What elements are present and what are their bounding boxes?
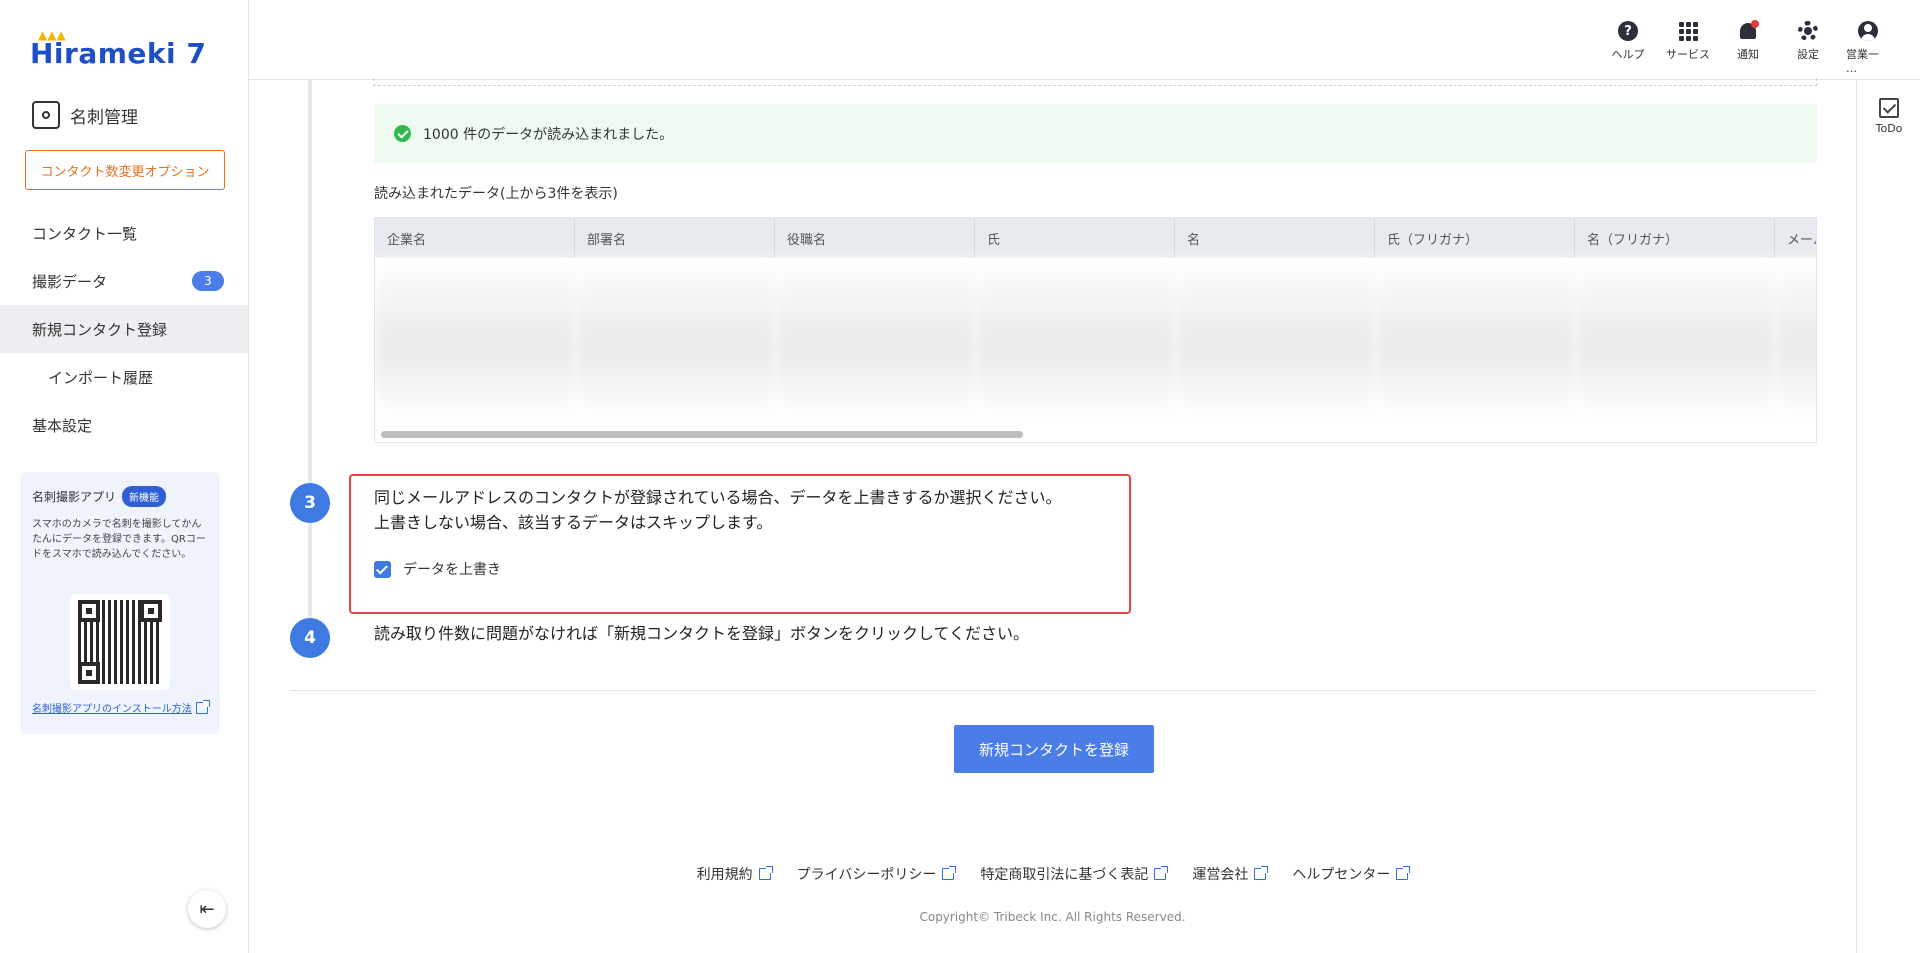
footer-link-commerce-law[interactable]: 特定商取引法に基づく表記: [980, 864, 1169, 884]
sidebar: ▲▲▲ Hirameki 7 名刺管理 コンタクト数変更オプション コンタクト一…: [0, 0, 249, 953]
success-alert: 1000 件のデータが読み込まれました。: [374, 104, 1817, 163]
sidebar-item-new-contact[interactable]: 新規コンタクト登録: [0, 305, 248, 353]
external-link-icon: [1254, 866, 1269, 880]
external-link-icon: [758, 866, 773, 880]
column-header: 企業名: [375, 218, 575, 258]
footer-link-label: 運営会社: [1192, 867, 1249, 883]
services-label: サービス: [1666, 48, 1710, 61]
todo-label: ToDo: [1875, 122, 1903, 135]
module-title: 名刺管理: [32, 101, 138, 129]
table-caption: 読み込まれたデータ(上から3件を表示): [374, 186, 618, 202]
sidebar-item-label: 撮影データ: [32, 272, 108, 291]
user-menu-button[interactable]: 営業一 …: [1846, 20, 1890, 75]
footer-link-label: 利用規約: [696, 867, 753, 883]
app-card-title: 名刺撮影アプリ: [32, 490, 117, 504]
app-logo[interactable]: ▲▲▲ Hirameki 7: [30, 28, 206, 70]
business-card-icon: [32, 101, 60, 129]
blurred-table-rows: [375, 258, 1816, 418]
top-header: ? ヘルプ サービス 通知 設定 営業一 …: [249, 0, 1920, 80]
qr-code: [70, 594, 170, 690]
external-link-icon: [1396, 866, 1411, 880]
column-header: 氏: [975, 218, 1175, 258]
help-icon: ?: [1618, 21, 1638, 41]
column-header: 役職名: [775, 218, 975, 258]
contact-option-button[interactable]: コンタクト数変更オプション: [25, 150, 225, 190]
check-circle-icon: [394, 125, 411, 142]
footer-link-label: ヘルプセンター: [1292, 867, 1391, 883]
column-header: 名: [1175, 218, 1375, 258]
external-link-icon: [195, 699, 210, 714]
sidebar-item-label: インポート履歴: [48, 368, 154, 387]
crown-icon: ▲▲▲: [38, 28, 66, 42]
app-card-description: スマホのカメラで名刺を撮影してかんたんにデータを登録できます。QRコードをスマホ…: [32, 519, 206, 560]
user-icon: [1858, 21, 1878, 41]
horizontal-scrollbar[interactable]: [381, 431, 1023, 438]
count-badge: 3: [192, 271, 224, 291]
services-button[interactable]: サービス: [1666, 20, 1710, 75]
register-contacts-button[interactable]: 新規コンタクトを登録: [954, 725, 1154, 773]
footer-link-privacy[interactable]: プライバシーポリシー: [796, 864, 957, 884]
app-install-link-label: 名刺撮影アプリのインストール方法: [32, 704, 192, 715]
footer-link-label: 特定商取引法に基づく表記: [980, 867, 1149, 883]
step-timeline: [308, 80, 312, 622]
footer-link-terms[interactable]: 利用規約: [696, 864, 773, 884]
step3-line2: 上書きしない場合、該当するデータはスキップします。: [374, 513, 773, 532]
overwrite-label: データを上書き: [403, 562, 501, 578]
sidebar-item-label: コンタクト一覧: [32, 224, 138, 243]
right-rail: ToDo: [1856, 80, 1920, 953]
overwrite-checkbox[interactable]: データを上書き: [374, 559, 501, 579]
column-header: 氏（フリガナ）: [1375, 218, 1575, 258]
help-label: ヘルプ: [1611, 48, 1645, 61]
checkbox-checked-icon[interactable]: [374, 560, 391, 578]
step3-line1: 同じメールアドレスのコンタクトが登録されている場合、データを上書きするか選択くだ…: [374, 488, 1062, 507]
step4-instruction: 読み取り件数に問題がなければ「新規コンタクトを登録」ボタンをクリックしてください…: [374, 624, 1030, 643]
table-header-row: 企業名 部署名 役職名 氏 名 氏（フリガナ） 名（フリガナ） メール: [375, 218, 1816, 258]
checkbox-icon: [1879, 98, 1899, 118]
step-number-3: 3: [290, 483, 330, 523]
app-promo-card: 名刺撮影アプリ 新機能 スマホのカメラで名刺を撮影してかんたんにデータを登録でき…: [20, 472, 220, 734]
step3-instruction: 同じメールアドレスのコンタクトが登録されている場合、データを上書きするか選択くだ…: [374, 485, 1062, 535]
sidebar-item-import-history[interactable]: インポート履歴: [0, 353, 248, 401]
apps-grid-icon: [1678, 21, 1698, 41]
sidebar-item-label: 新規コンタクト登録: [32, 320, 168, 339]
gear-icon: [1798, 21, 1818, 41]
column-header: メール: [1775, 218, 1816, 258]
notifications-label: 通知: [1737, 48, 1759, 61]
user-label: 営業一 …: [1846, 48, 1879, 75]
footer-link-label: プライバシーポリシー: [796, 867, 937, 883]
footer-links: 利用規約 プライバシーポリシー 特定商取引法に基づく表記 運営会社 ヘルプセンタ…: [249, 864, 1856, 884]
column-header: 部署名: [575, 218, 775, 258]
sidebar-item-photo-data[interactable]: 撮影データ 3: [0, 257, 248, 305]
app-install-link[interactable]: 名刺撮影アプリのインストール方法: [32, 699, 210, 715]
collapse-left-icon: ⇤: [199, 898, 215, 920]
external-link-icon: [1154, 866, 1169, 880]
module-label: 名刺管理: [70, 107, 138, 128]
success-message: 1000 件のデータが読み込まれました。: [423, 126, 674, 143]
sidebar-item-contact-list[interactable]: コンタクト一覧: [0, 209, 248, 257]
upload-area-edge: [373, 78, 1817, 86]
step-number-4: 4: [290, 618, 330, 658]
preview-table[interactable]: 企業名 部署名 役職名 氏 名 氏（フリガナ） 名（フリガナ） メール: [374, 217, 1817, 443]
column-header: 名（フリガナ）: [1575, 218, 1775, 258]
help-button[interactable]: ? ヘルプ: [1606, 20, 1650, 75]
divider: [290, 690, 1817, 691]
notifications-button[interactable]: 通知: [1726, 20, 1770, 75]
settings-label: 設定: [1797, 48, 1819, 61]
footer-link-company[interactable]: 運営会社: [1192, 864, 1269, 884]
external-link-icon: [942, 866, 957, 880]
sidebar-item-basic-settings[interactable]: 基本設定: [0, 401, 248, 449]
settings-button[interactable]: 設定: [1786, 20, 1830, 75]
collapse-sidebar-button[interactable]: ⇤: [188, 890, 226, 928]
main-content: 1000 件のデータが読み込まれました。 読み込まれたデータ(上から3件を表示)…: [249, 78, 1856, 953]
footer-link-help-center[interactable]: ヘルプセンター: [1292, 864, 1411, 884]
todo-button[interactable]: ToDo: [1857, 98, 1920, 135]
copyright: Copyright© Tribeck Inc. All Rights Reser…: [919, 910, 1186, 924]
notification-dot: [1751, 20, 1759, 28]
sidebar-item-label: 基本設定: [32, 416, 93, 435]
new-feature-badge: 新機能: [122, 486, 167, 507]
